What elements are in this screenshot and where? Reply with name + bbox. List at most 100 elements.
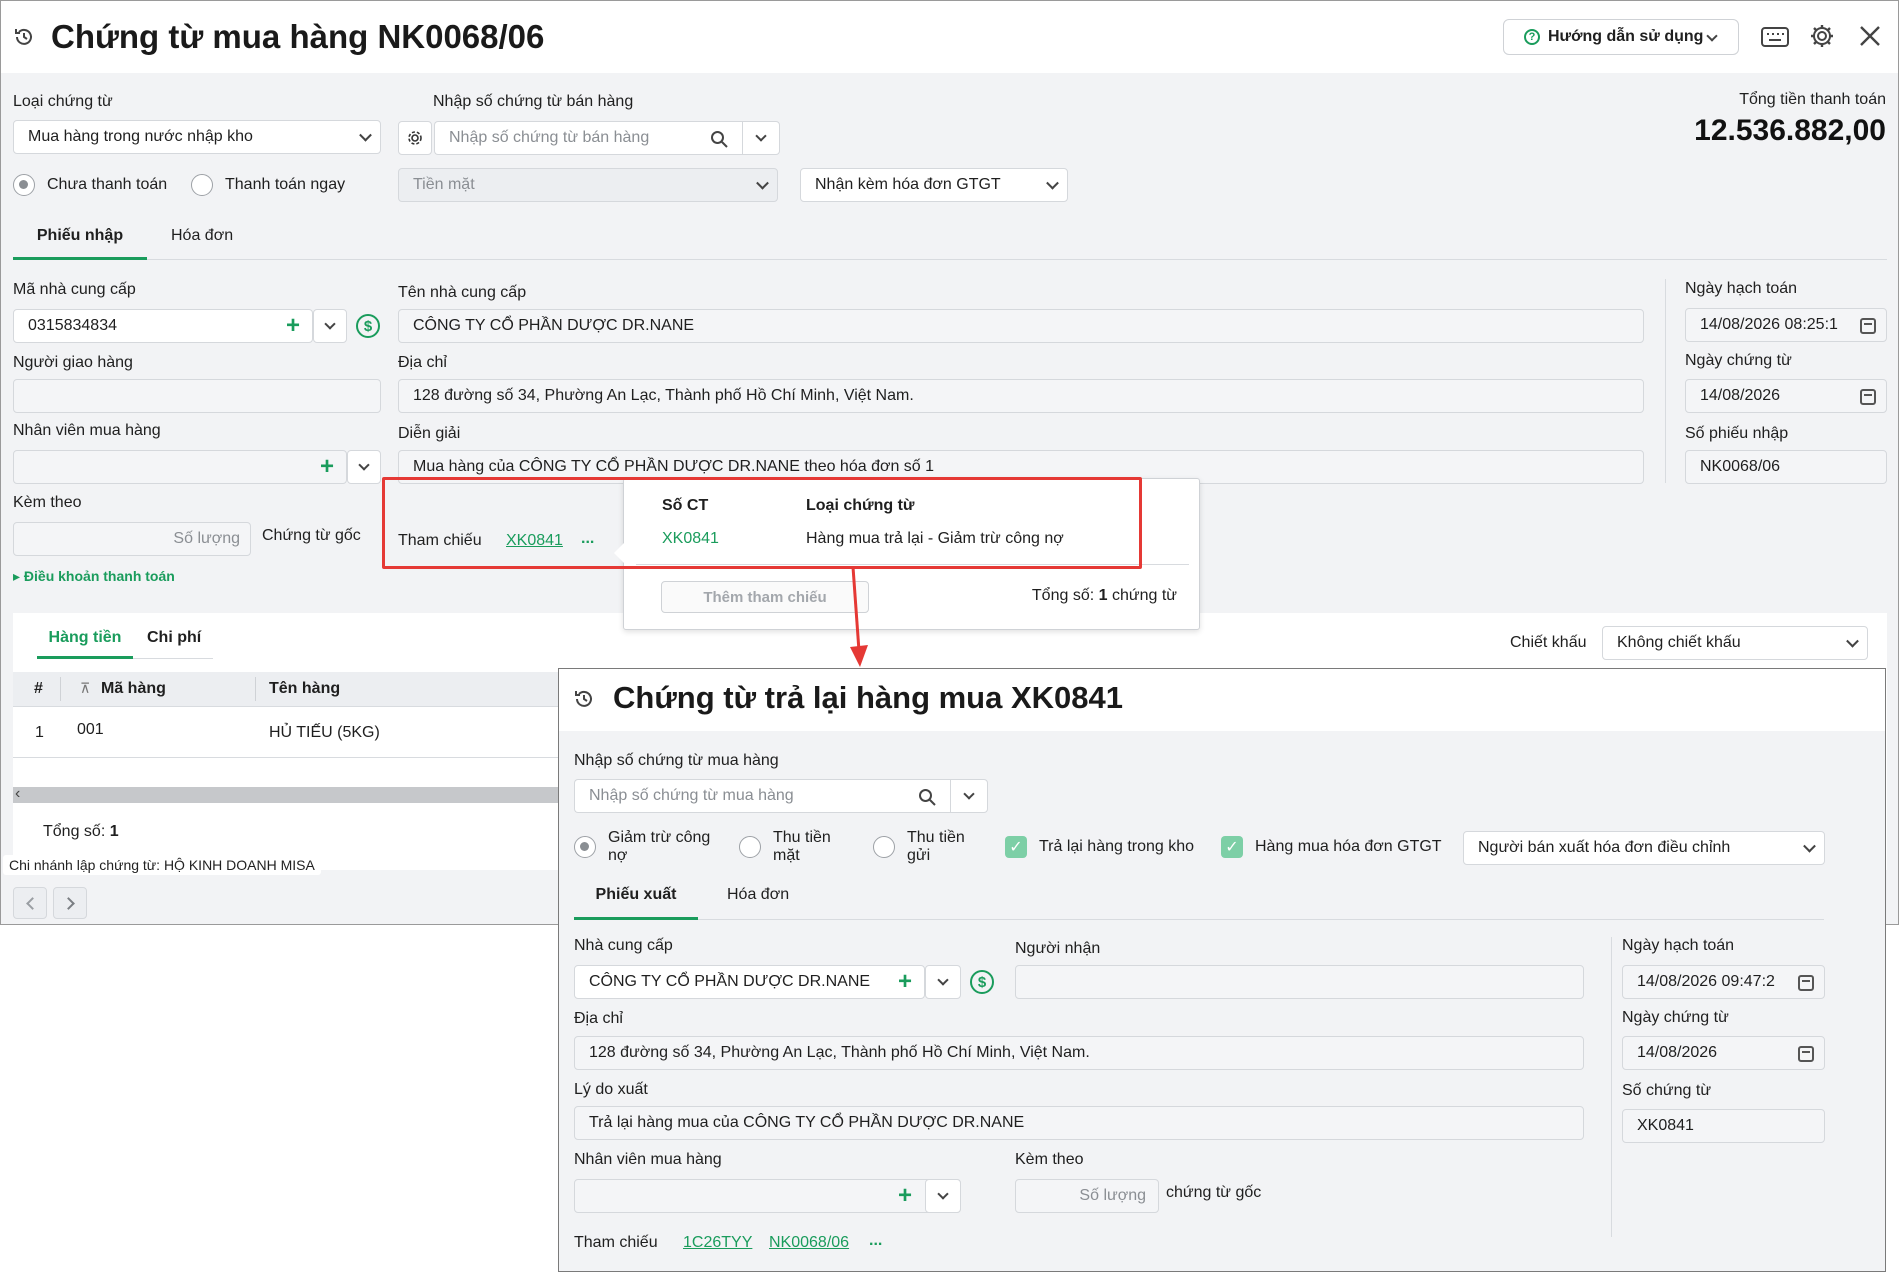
scroll-left-icon[interactable]: ‹ bbox=[15, 785, 20, 803]
prev-button[interactable] bbox=[13, 887, 47, 919]
dollar-icon[interactable]: $ bbox=[356, 314, 380, 338]
return-buyer-input[interactable]: + bbox=[574, 1179, 961, 1213]
dollar-icon[interactable]: $ bbox=[970, 970, 994, 994]
plus-icon[interactable]: + bbox=[320, 455, 334, 479]
return-buyer-dropdown[interactable] bbox=[925, 1179, 961, 1213]
invoice-option-select[interactable]: Nhận kèm hóa đơn GTGT bbox=[800, 168, 1068, 202]
table-row[interactable]: 1 001 HỦ TIẾU (5KG) bbox=[13, 708, 561, 758]
posting-date-label: Ngày hạch toán bbox=[1685, 280, 1798, 297]
return-supplier-dropdown[interactable] bbox=[925, 965, 961, 999]
attach-quantity-input[interactable]: Số lượng bbox=[13, 522, 251, 556]
return-voucher-window: Chứng từ trả lại hàng mua XK0841 Nhập số… bbox=[558, 668, 1886, 1272]
deposit-refund-radio[interactable] bbox=[873, 836, 895, 858]
history-icon[interactable] bbox=[13, 26, 35, 48]
col-code: Mã hàng bbox=[101, 680, 166, 697]
next-button[interactable] bbox=[53, 887, 87, 919]
return-ref-link-1[interactable]: 1C26TYY bbox=[683, 1234, 752, 1252]
voucher-date-value: 14/08/2026 bbox=[1700, 387, 1781, 404]
reason-label: Lý do xuất bbox=[574, 1081, 648, 1098]
total-count-value: 1 bbox=[109, 823, 119, 840]
return-window-header: Chứng từ trả lại hàng mua XK0841 bbox=[559, 669, 1885, 731]
return-address-input[interactable]: 128 đường số 34, Phường An Lạc, Thành ph… bbox=[574, 1036, 1584, 1070]
sales-voucher-dropdown[interactable] bbox=[742, 121, 780, 155]
chevron-down-icon bbox=[1846, 634, 1859, 648]
return-quantity-input[interactable]: Số lượng bbox=[1015, 1179, 1159, 1213]
posting-date-input[interactable]: 14/08/2026 08:25:1 bbox=[1685, 308, 1887, 342]
reason-input[interactable]: Trả lại hàng mua của CÔNG TY CỔ PHẦN DƯỢ… bbox=[574, 1106, 1584, 1140]
tab-expenses[interactable]: Chi phí bbox=[147, 629, 201, 647]
deliverer-input[interactable] bbox=[13, 379, 381, 413]
calendar-icon[interactable] bbox=[1860, 318, 1876, 334]
quantity-placeholder: Số lượng bbox=[173, 530, 240, 547]
gear-icon[interactable] bbox=[1809, 23, 1835, 49]
voucher-type-select[interactable]: Mua hàng trong nước nhập kho bbox=[13, 120, 381, 154]
receipt-no-input[interactable]: NK0068/06 bbox=[1685, 450, 1887, 484]
buyer-input[interactable]: + bbox=[13, 450, 347, 484]
plus-icon[interactable]: + bbox=[898, 970, 912, 994]
purchase-voucher-input[interactable]: Nhập số chứng từ mua hàng bbox=[574, 779, 950, 813]
receiver-input[interactable] bbox=[1015, 965, 1584, 999]
column-divider bbox=[1665, 279, 1666, 483]
sales-voucher-input[interactable]: Nhập số chứng từ bán hàng bbox=[434, 121, 742, 155]
tab-receipt[interactable]: Phiếu nhập bbox=[13, 223, 147, 260]
supplier-code-input[interactable]: 0315834834 + bbox=[13, 309, 313, 343]
voucher-date-input[interactable]: 14/08/2026 bbox=[1685, 379, 1887, 413]
address-input[interactable]: 128 đường số 34, Phường An Lạc, Thành ph… bbox=[398, 379, 1644, 413]
search-icon[interactable] bbox=[710, 130, 728, 148]
invoice-adjust-select[interactable]: Người bán xuất hóa đơn điều chỉnh bbox=[1463, 831, 1825, 865]
col-separator bbox=[60, 677, 61, 701]
page-title: Chứng từ mua hàng NK0068/06 bbox=[51, 18, 545, 55]
tab-return-invoice[interactable]: Hóa đơn bbox=[727, 886, 789, 904]
help-button[interactable]: ? Hướng dẫn sử dụng bbox=[1503, 19, 1739, 55]
return-posting-date-input[interactable]: 14/08/2026 09:47:2 bbox=[1622, 965, 1825, 999]
debt-reduction-radio[interactable] bbox=[574, 836, 596, 858]
calendar-icon[interactable] bbox=[1798, 1046, 1814, 1062]
tab-issue-slip[interactable]: Phiếu xuất bbox=[574, 882, 698, 920]
posting-date-value: 14/08/2026 08:25:1 bbox=[1700, 316, 1838, 333]
annotation-arrow bbox=[850, 566, 868, 667]
payment-method-select[interactable]: Tiền mặt bbox=[398, 168, 778, 202]
unpaid-radio[interactable] bbox=[13, 174, 35, 196]
search-icon[interactable] bbox=[918, 788, 936, 806]
vat-invoice-checkbox[interactable]: ✓ bbox=[1221, 836, 1243, 858]
reason-value: Trả lại hàng mua của CÔNG TY CỔ PHẦN DƯỢ… bbox=[589, 1114, 1025, 1131]
close-icon[interactable] bbox=[1859, 25, 1881, 47]
buyer-label: Nhân viên mua hàng bbox=[13, 422, 161, 439]
return-reference-more[interactable]: ... bbox=[869, 1232, 882, 1250]
pay-now-radio[interactable] bbox=[191, 174, 213, 196]
return-stock-checkbox[interactable]: ✓ bbox=[1005, 836, 1027, 858]
tab-invoice[interactable]: Hóa đơn bbox=[171, 227, 233, 245]
voucher-settings-button[interactable] bbox=[398, 121, 432, 155]
history-icon[interactable] bbox=[573, 688, 595, 710]
add-reference-button[interactable]: Thêm tham chiếu bbox=[661, 581, 869, 613]
return-supplier-input[interactable]: CÔNG TY CỔ PHẦN DƯỢC DR.NANE + bbox=[574, 965, 925, 999]
plus-icon[interactable]: + bbox=[286, 314, 300, 338]
keyboard-icon[interactable] bbox=[1761, 27, 1789, 47]
return-voucher-no-input[interactable]: XK0841 bbox=[1622, 1109, 1825, 1143]
tab-underline bbox=[133, 658, 213, 659]
supplier-name-input[interactable]: CÔNG TY CỔ PHẦN DƯỢC DR.NANE bbox=[398, 309, 1644, 343]
calendar-icon[interactable] bbox=[1860, 389, 1876, 405]
calendar-icon[interactable] bbox=[1798, 975, 1814, 991]
return-voucher-date-input[interactable]: 14/08/2026 bbox=[1622, 1036, 1825, 1070]
supplier-code-dropdown[interactable] bbox=[313, 309, 347, 343]
pin-icon[interactable]: ⊼ bbox=[80, 680, 90, 697]
supplier-name-value: CÔNG TY CỔ PHẦN DƯỢC DR.NANE bbox=[413, 317, 695, 334]
popup-total-unit: chứng từ bbox=[1111, 587, 1177, 604]
return-ref-link-2[interactable]: NK0068/06 bbox=[769, 1234, 849, 1252]
plus-icon[interactable]: + bbox=[898, 1184, 912, 1208]
horizontal-scrollbar[interactable] bbox=[13, 787, 561, 803]
description-value: Mua hàng của CÔNG TY CỔ PHẦN DƯỢC DR.NAN… bbox=[413, 458, 935, 475]
total-payment-value: 12.536.882,00 bbox=[1694, 114, 1886, 147]
tab-goods[interactable]: Hàng tiền bbox=[37, 625, 133, 659]
cash-refund-radio[interactable] bbox=[739, 836, 761, 858]
buyer-dropdown[interactable] bbox=[347, 450, 381, 484]
return-title: Chứng từ trả lại hàng mua XK0841 bbox=[613, 680, 1124, 715]
arrow-left-icon bbox=[25, 896, 39, 910]
payment-terms-link[interactable]: ▸ Điều khoản thanh toán bbox=[13, 568, 175, 585]
arrow-right-icon bbox=[61, 896, 75, 910]
discount-select[interactable]: Không chiết khấu bbox=[1602, 626, 1868, 660]
purchase-voucher-dropdown[interactable] bbox=[950, 779, 988, 813]
sales-voucher-label: Nhập số chứng từ bán hàng bbox=[433, 93, 634, 110]
help-label: Hướng dẫn sử dụng bbox=[1548, 28, 1704, 45]
